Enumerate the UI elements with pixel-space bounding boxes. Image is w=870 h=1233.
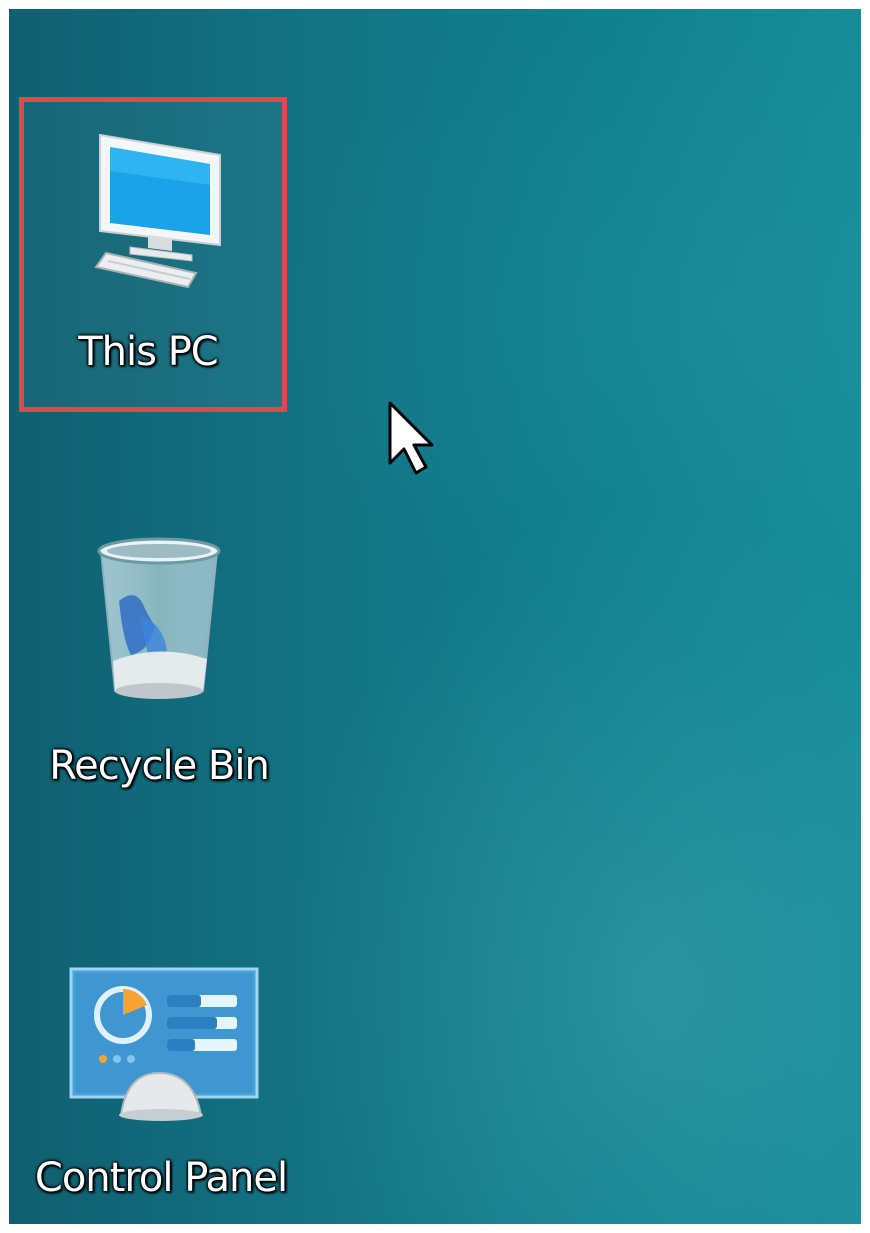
control-panel-label: Control Panel: [34, 1155, 288, 1201]
desktop[interactable]: This PC Recycle Bin Control Panel: [9, 9, 861, 1224]
desktop-icon-this-pc[interactable]: This PC: [39, 127, 257, 375]
desktop-icon-recycle-bin[interactable]: Recycle Bin: [29, 531, 289, 789]
recycle-bin-icon: [97, 537, 221, 699]
this-pc-label: This PC: [78, 329, 219, 375]
this-pc-icon: [94, 133, 221, 289]
mouse-pointer-icon: [388, 401, 434, 475]
desktop-icon-control-panel[interactable]: Control Panel: [11, 965, 311, 1201]
control-panel-icon: [69, 967, 259, 1121]
recycle-bin-label: Recycle Bin: [49, 743, 270, 789]
